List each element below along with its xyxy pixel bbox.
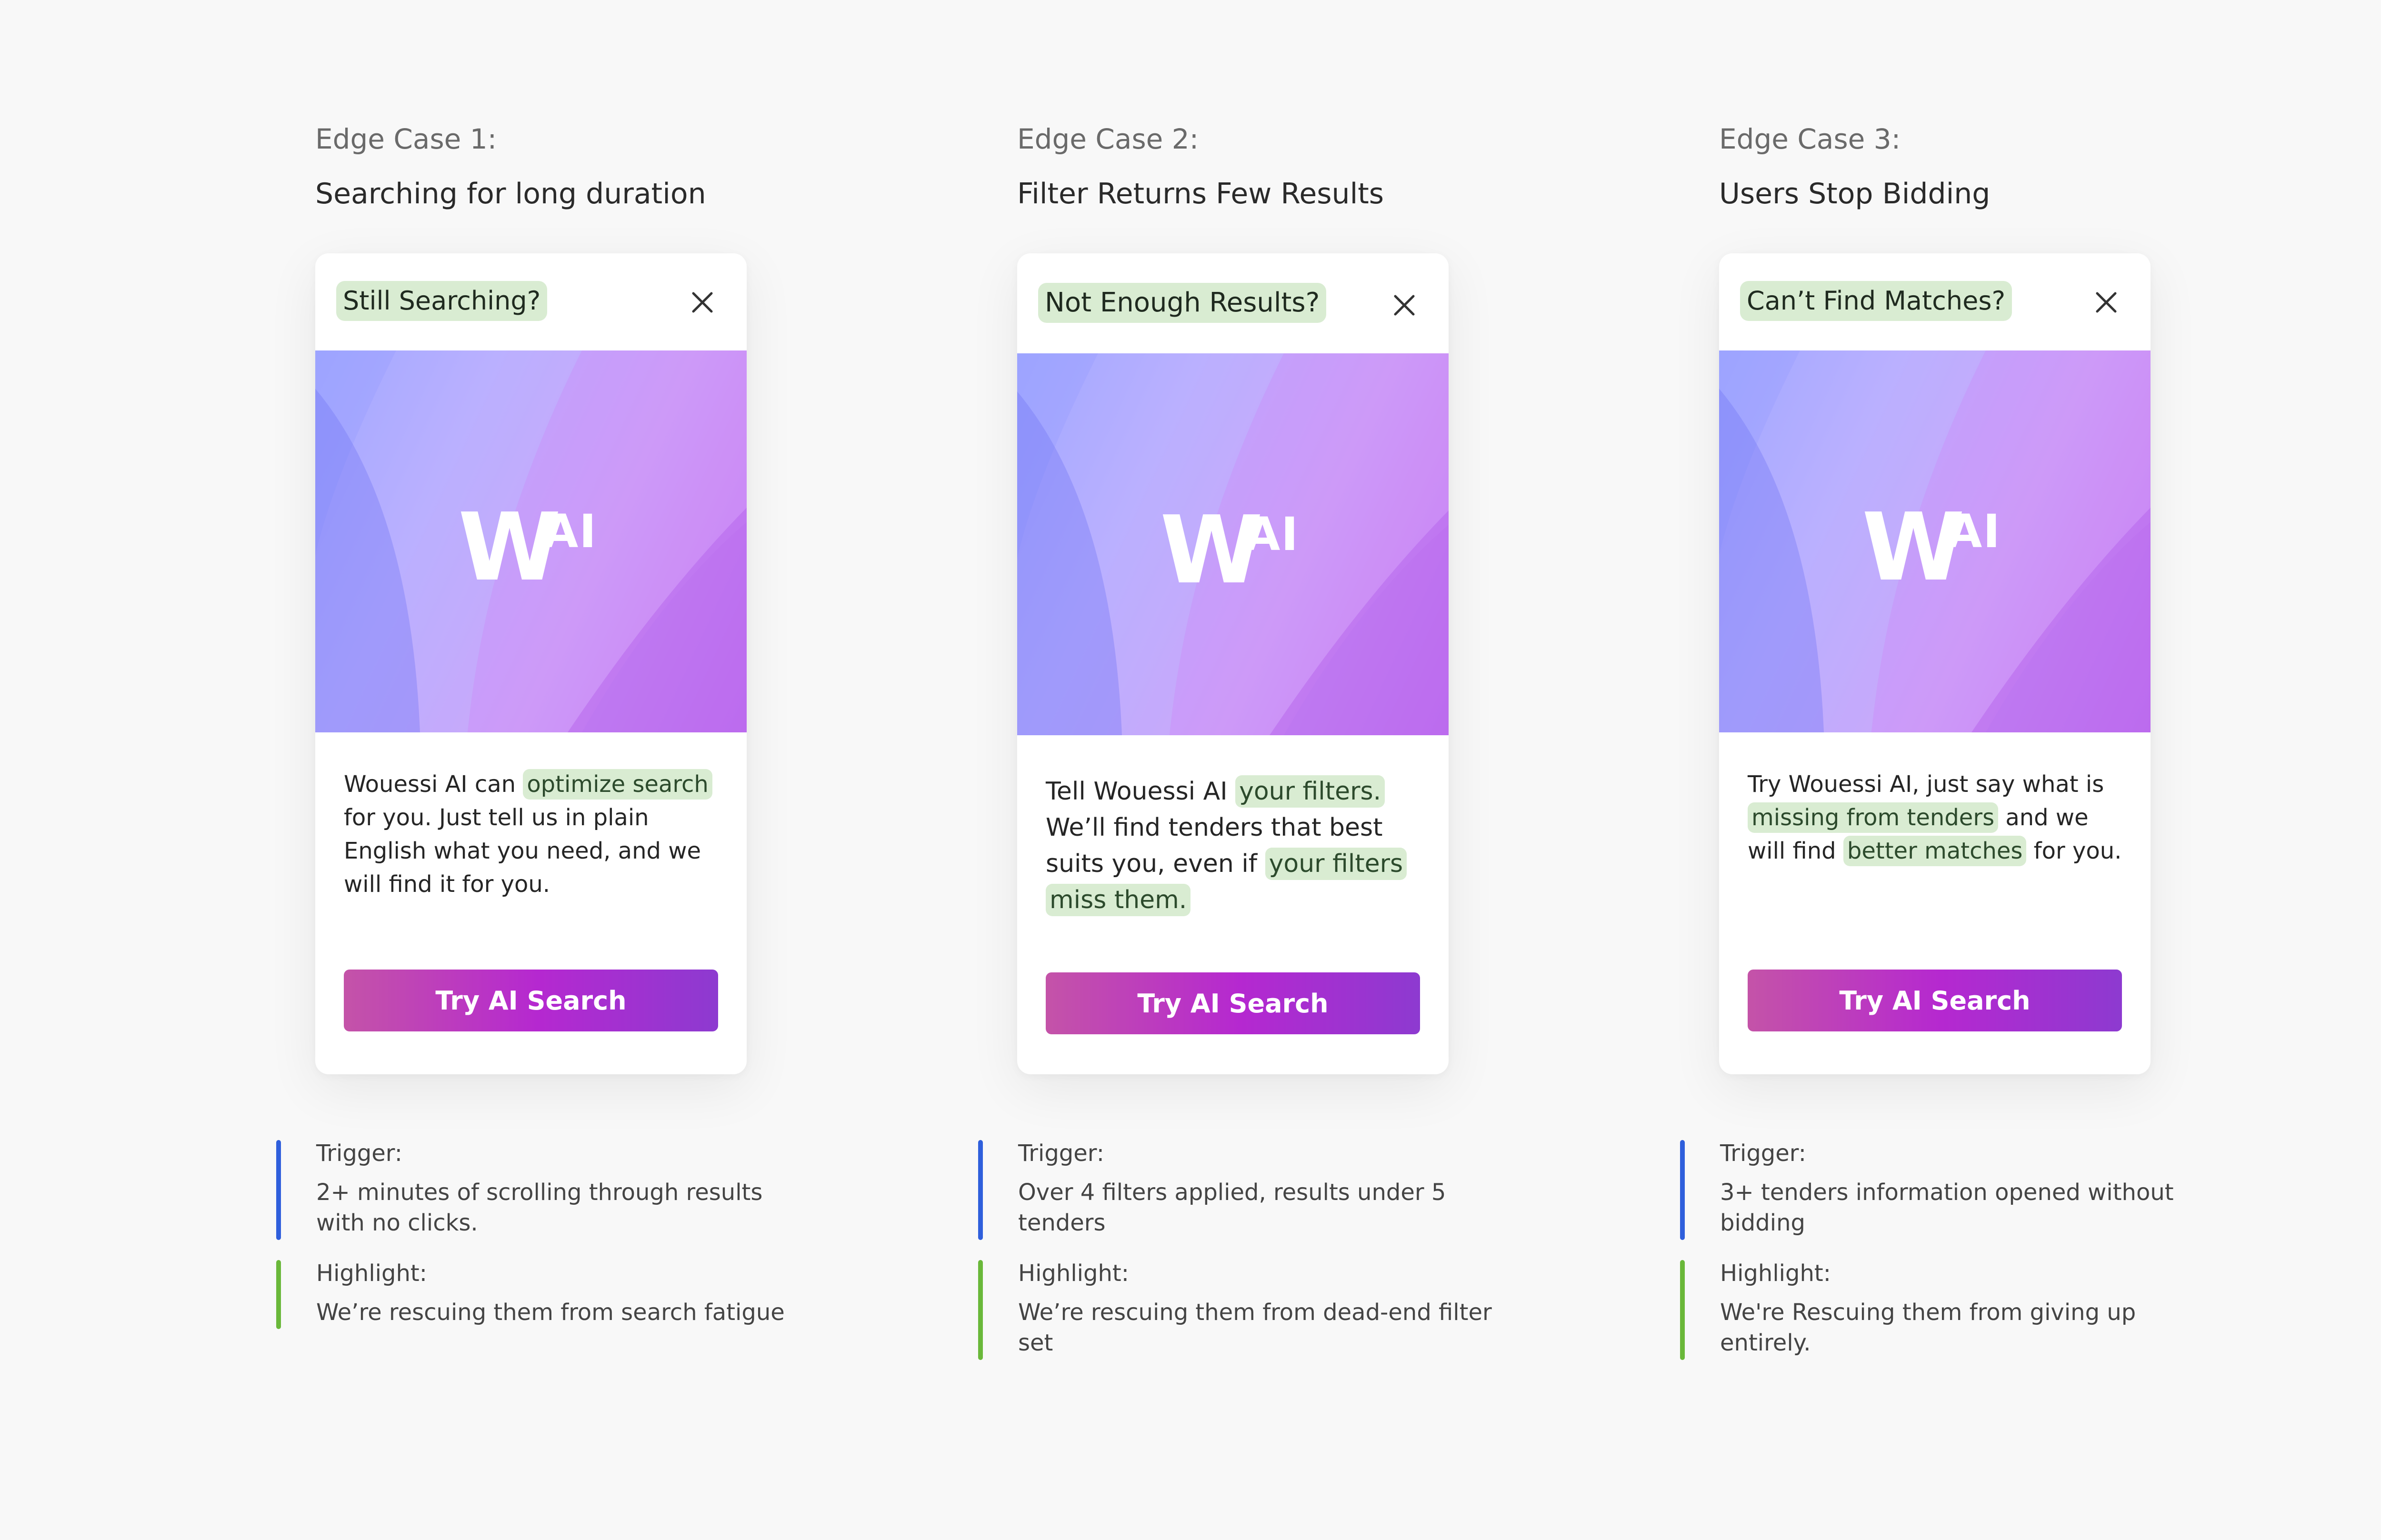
try-ai-search-button[interactable]: Try AI Search [344,970,718,1031]
close-icon [1394,295,1415,316]
highlighted-phrase: optimize search [523,769,712,800]
ai-suggestion-popup: Still Searching? W AI Wouessi AI can opt… [315,253,747,1074]
popup-header: Can’t Find Matches? [1719,253,2151,350]
wai-logo: W AI [1160,504,1312,597]
trigger-text: 2+ minutes of scrolling through results … [316,1179,763,1236]
body-text: for you. [2026,838,2122,864]
logo-sup: AI [1947,505,2001,558]
try-ai-search-button[interactable]: Try AI Search [1046,972,1420,1034]
highlight-text: We’re rescuing them from search fatigue [316,1299,785,1326]
close-button[interactable] [2091,287,2122,318]
case-title: Users Stop Bidding [1719,177,1991,210]
body-text: Tell Wouessi AI [1046,777,1236,806]
ai-suggestion-popup: Not Enough Results? W AI Tell Wouessi AI… [1017,253,1449,1074]
highlight-bar [1680,1260,1685,1360]
close-button[interactable] [687,287,718,318]
highlighted-phrase: missing from tenders [1748,802,1999,833]
trigger-text: 3+ tenders information opened without bi… [1720,1179,2174,1236]
trigger-bar [276,1140,281,1240]
highlight-text: We’re rescuing them from dead-end filter… [1018,1299,1492,1356]
popup-title: Not Enough Results? [1038,283,1327,323]
wai-logo: W AI [458,501,610,594]
logo-sup: AI [543,505,598,558]
case-label: Edge Case 1: [315,123,497,155]
highlight-label: Highlight: [1720,1260,1831,1287]
body-text: for you. Just tell us in plain English w… [344,804,701,898]
hero-banner: W AI [1719,350,2151,732]
highlight-bar [276,1260,281,1329]
popup-message: Tell Wouessi AI your filters. We’ll find… [1046,773,1422,918]
edge-cases-board: Edge Case 1: Searching for long duration… [0,0,2381,1540]
case-title: Searching for long duration [315,177,706,210]
trigger-label: Trigger: [316,1140,402,1167]
case-label: Edge Case 3: [1719,123,1901,155]
logo-sup: AI [1245,508,1300,561]
highlight-text: We're Rescuing them from giving up entir… [1720,1299,2136,1356]
popup-message: Try Wouessi AI, just say what is missing… [1748,768,2124,868]
highlighted-phrase: your filters. [1235,775,1385,808]
popup-title: Still Searching? [336,281,548,321]
case-label: Edge Case 2: [1017,123,1199,155]
highlight-label: Highlight: [1018,1260,1129,1287]
hero-banner: W AI [1017,353,1449,735]
close-icon [692,292,713,313]
popup-title: Can’t Find Matches? [1740,281,2012,321]
wai-logo: W AI [1862,501,2014,594]
highlight-bar [978,1260,983,1360]
popup-message: Wouessi AI can optimize search for you. … [344,768,720,901]
trigger-label: Trigger: [1720,1140,1806,1167]
close-button[interactable] [1389,290,1420,321]
trigger-bar [978,1140,983,1240]
case-title: Filter Returns Few Results [1017,177,1384,210]
body-text: Try Wouessi AI, just say what is [1748,771,2104,798]
highlight-label: Highlight: [316,1260,427,1287]
popup-header: Not Enough Results? [1017,253,1449,350]
popup-header: Still Searching? [315,253,747,350]
ai-suggestion-popup: Can’t Find Matches? W AI Try Wouessi AI,… [1719,253,2151,1074]
trigger-bar [1680,1140,1685,1240]
body-text: Wouessi AI can [344,771,523,798]
trigger-text: Over 4 filters applied, results under 5 … [1018,1179,1446,1236]
try-ai-search-button[interactable]: Try AI Search [1748,970,2122,1031]
trigger-label: Trigger: [1018,1140,1104,1167]
highlighted-phrase: better matches [1843,836,2027,866]
hero-banner: W AI [315,350,747,732]
close-icon [2096,292,2117,313]
